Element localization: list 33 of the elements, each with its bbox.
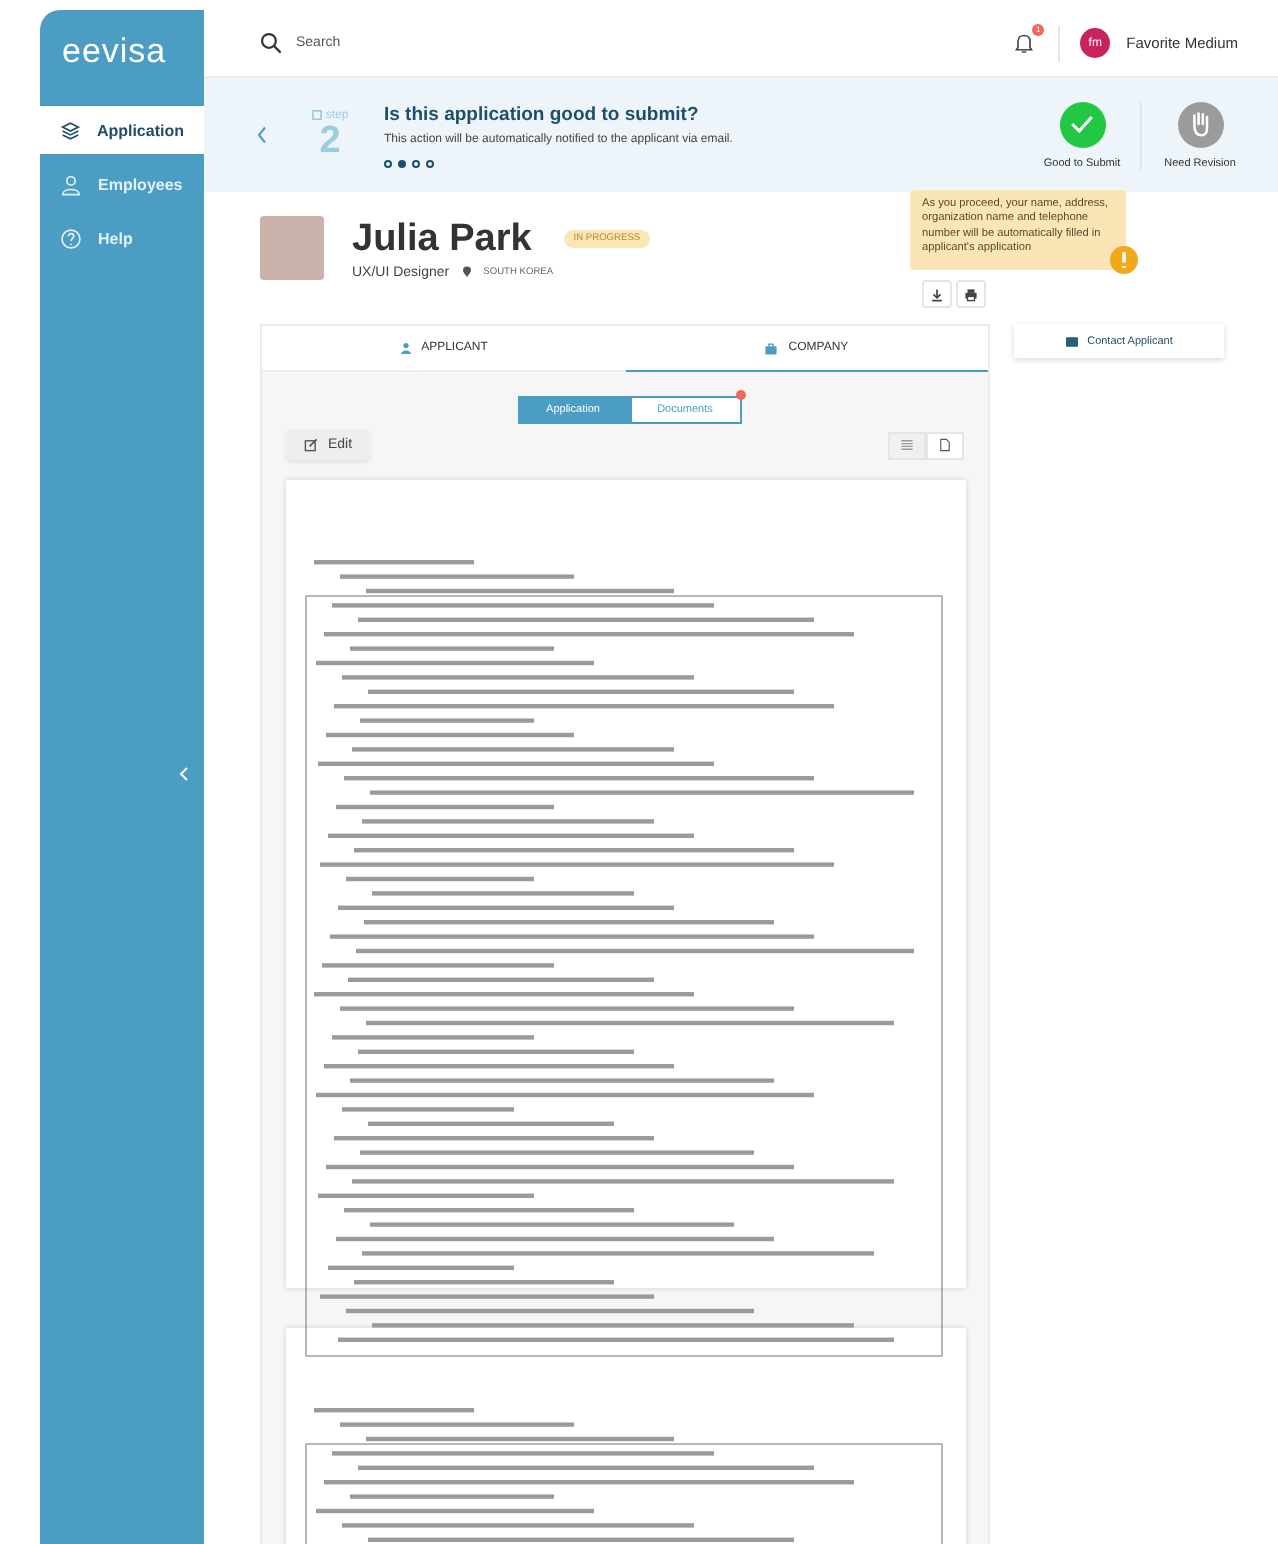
step-dot[interactable] — [384, 159, 392, 167]
step-title: Is this application good to submit? — [384, 103, 701, 125]
step-dot[interactable] — [398, 159, 406, 167]
edit-icon — [304, 438, 318, 452]
print-button[interactable] — [956, 280, 986, 308]
applicant-name: Julia Park — [352, 217, 532, 261]
logo: eevisa — [60, 30, 169, 74]
collapse-chevron-icon[interactable] — [176, 764, 192, 784]
photo-placeholder — [260, 216, 324, 280]
page-icon — [938, 438, 952, 452]
search-icon — [260, 32, 282, 54]
printer-icon — [964, 287, 978, 301]
person-icon — [60, 173, 82, 195]
envelope-icon — [1065, 335, 1078, 347]
sidebar-item[interactable]: Application — [40, 106, 204, 154]
bell-icon — [1012, 30, 1037, 56]
step-dot[interactable] — [426, 159, 434, 167]
location-pin-icon — [461, 266, 472, 278]
briefcase-icon — [764, 341, 779, 355]
view-toggle[interactable] — [926, 431, 964, 459]
step-dot[interactable] — [412, 159, 420, 167]
step-icon — [311, 110, 322, 120]
list-icon — [900, 438, 914, 452]
view-toggle[interactable] — [888, 431, 926, 459]
person-icon — [399, 342, 412, 354]
step-number: 2 — [317, 121, 341, 161]
back-chevron-icon[interactable] — [256, 126, 272, 144]
download-button[interactable] — [922, 280, 952, 308]
help-icon — [60, 227, 82, 249]
checkmark-icon — [1068, 110, 1096, 138]
layers-icon — [60, 119, 81, 141]
warning-icon — [1110, 246, 1138, 274]
download-icon — [930, 287, 944, 301]
